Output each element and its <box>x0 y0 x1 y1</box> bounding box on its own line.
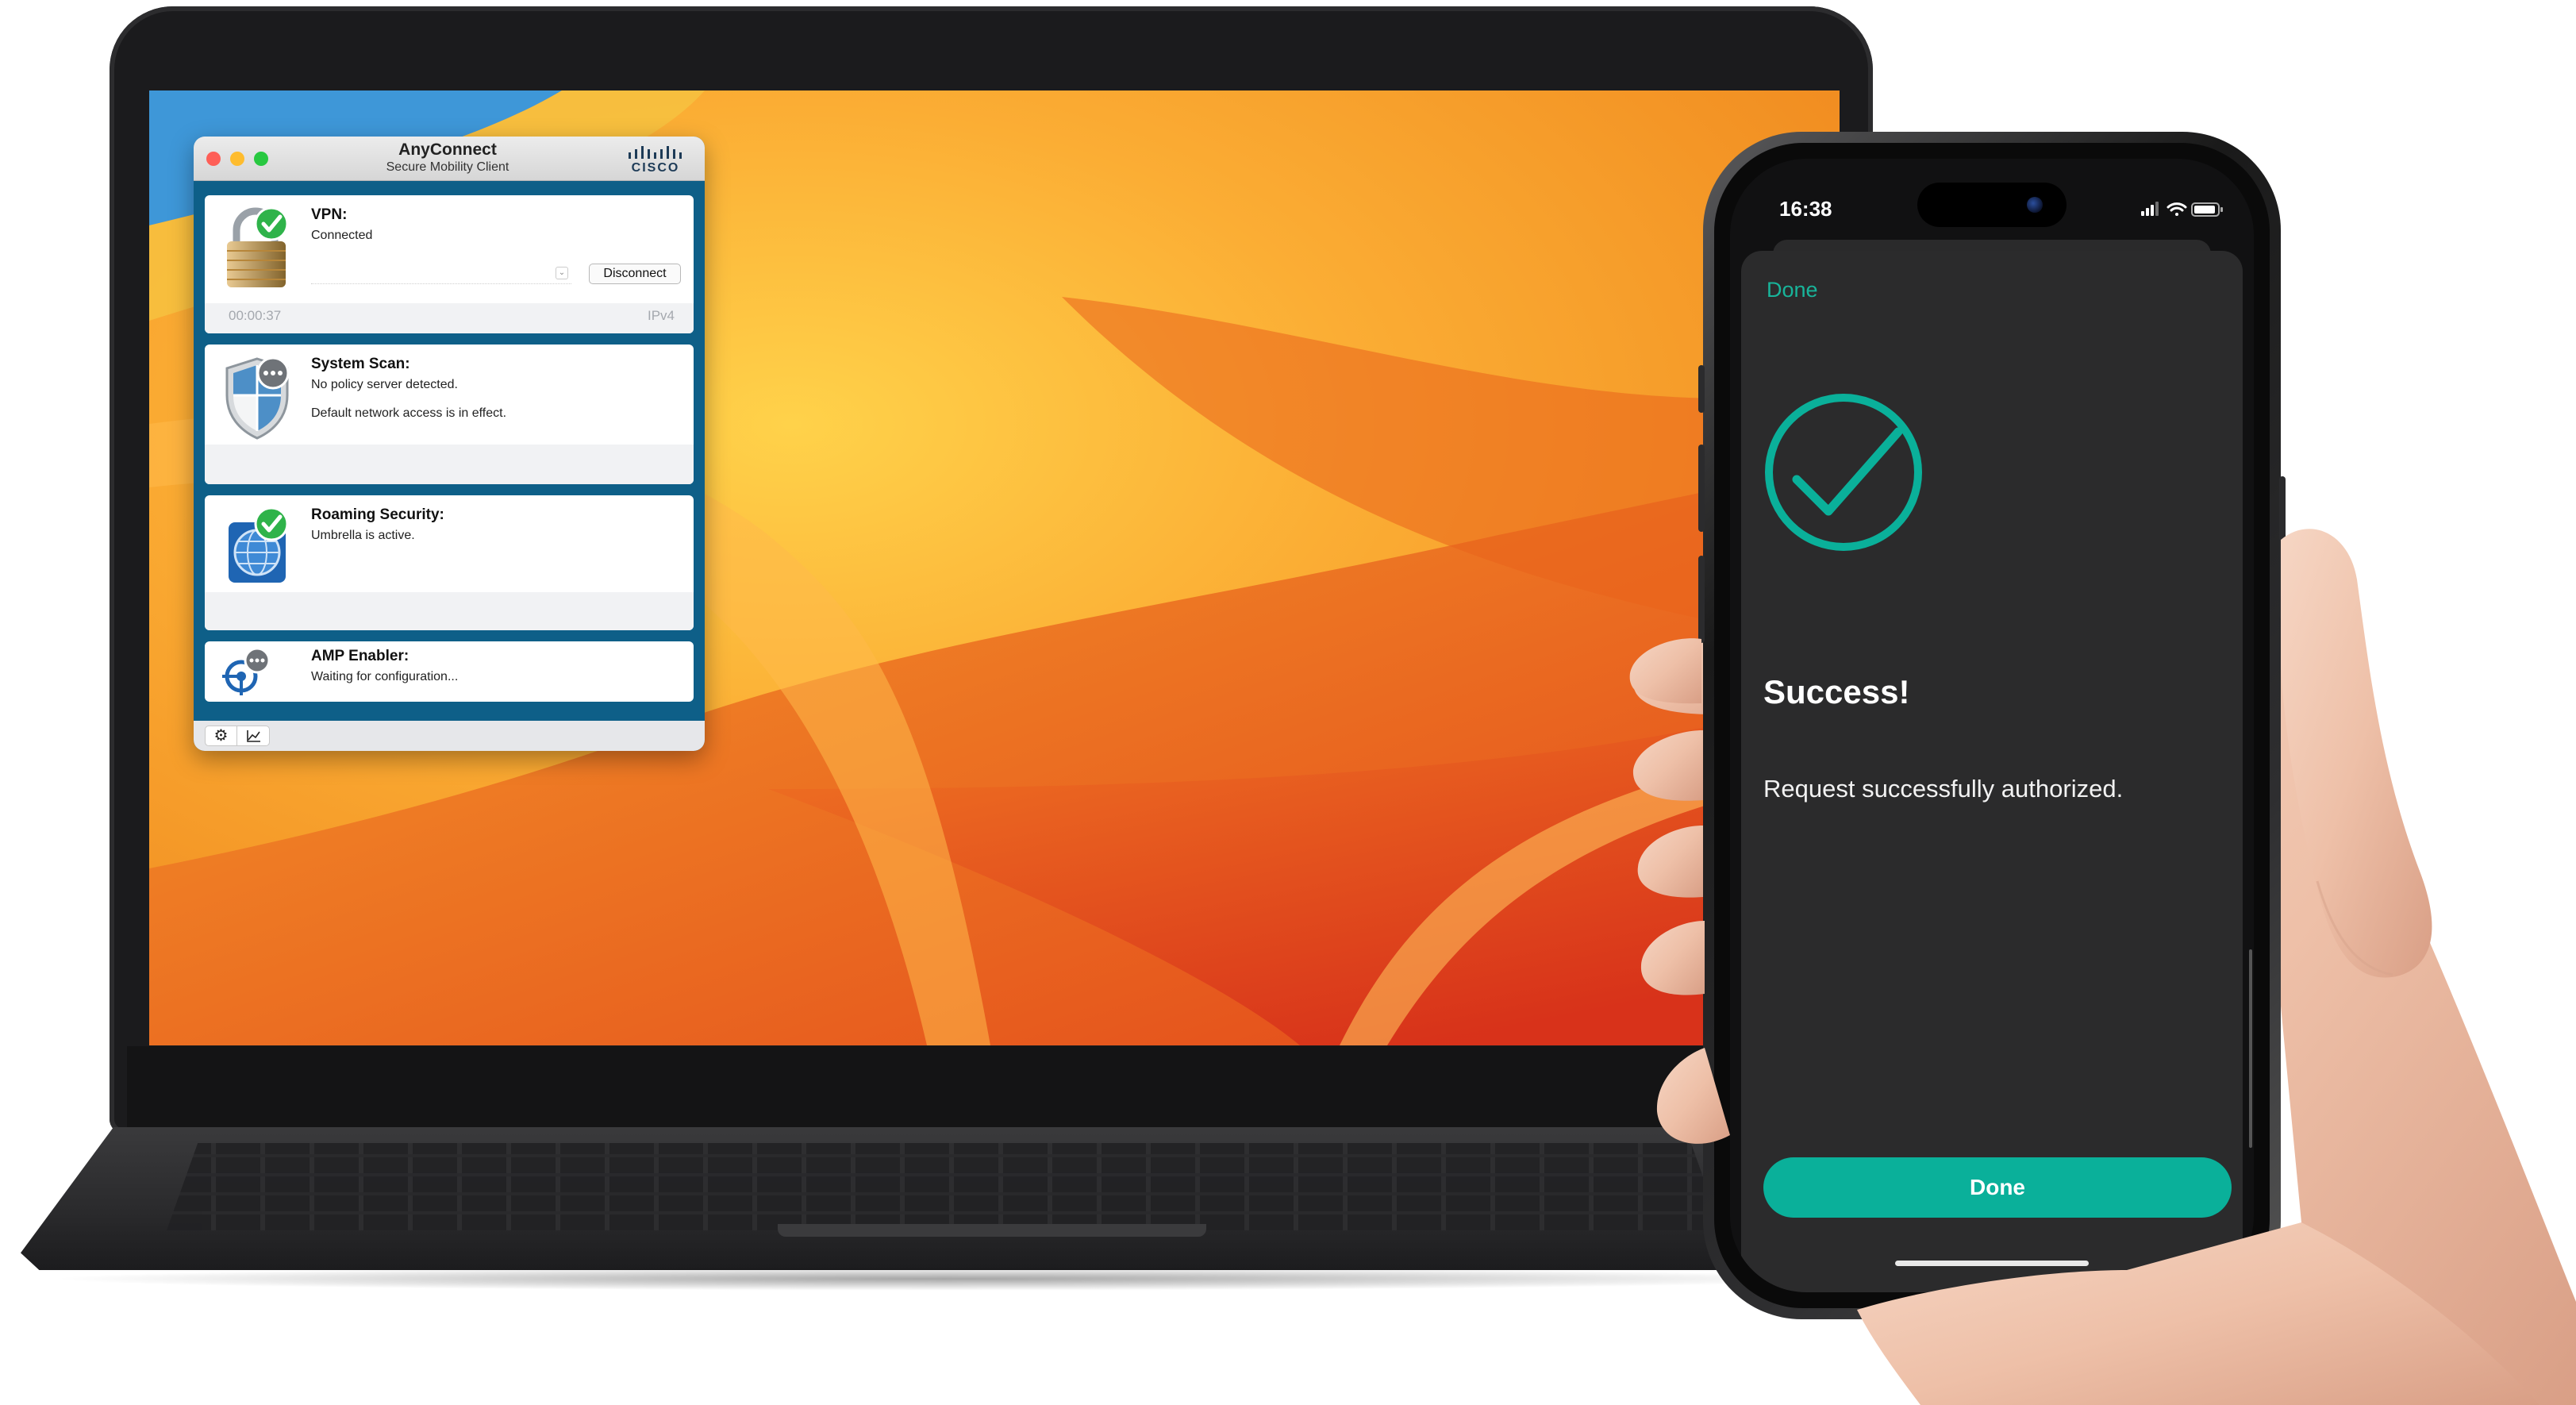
success-message: Request successfully authorized. <box>1763 775 2124 803</box>
system-scan-line-1: No policy server detected. <box>311 378 458 391</box>
chart-icon[interactable] <box>238 726 270 745</box>
system-scan-title: System Scan: <box>311 356 410 372</box>
success-sheet: Done Success! Request successfully autho… <box>1741 251 2252 1292</box>
roaming-security-card: Roaming Security: Umbrella is active. <box>205 495 694 630</box>
system-scan-card: System Scan: No policy server detected. … <box>205 345 694 484</box>
cisco-wordmark: CISCO <box>631 161 680 175</box>
anyconnect-window: AnyConnect Secure Mobility Client CISCO <box>194 137 705 751</box>
phone-power-button <box>2279 476 2286 619</box>
roaming-card-footer <box>205 592 694 630</box>
home-indicator[interactable] <box>1895 1261 2089 1266</box>
anyconnect-toolbar: ⚙ <box>194 721 705 751</box>
vpn-status: Connected <box>311 229 373 242</box>
shield-icon <box>225 356 290 440</box>
laptop-keyboard <box>167 1143 1722 1230</box>
scroll-indicator <box>2249 949 2252 1148</box>
window-title: AnyConnect <box>398 140 497 159</box>
vpn-server-select[interactable]: ⌄ <box>311 264 571 284</box>
phone-silent-switch <box>1698 365 1705 413</box>
amp-enabler-card: AMP Enabler: Waiting for configuration..… <box>205 641 694 702</box>
minimize-window-button[interactable] <box>230 152 244 166</box>
system-scan-card-footer <box>205 445 694 484</box>
roaming-security-status: Umbrella is active. <box>311 529 415 542</box>
vpn-title: VPN: <box>311 206 348 223</box>
system-scan-line-2: Default network access is in effect. <box>311 406 507 420</box>
vpn-lock-icon <box>227 206 289 287</box>
gear-icon[interactable]: ⚙ <box>206 726 237 745</box>
success-title: Success! <box>1763 673 1910 710</box>
wifi-icon <box>2167 202 2187 216</box>
disconnect-button[interactable]: Disconnect <box>589 264 681 284</box>
battery-icon <box>2191 202 2223 217</box>
front-camera-icon <box>2027 197 2043 213</box>
amp-enabler-status: Waiting for configuration... <box>311 670 459 683</box>
roaming-security-title: Roaming Security: <box>311 506 444 523</box>
phone-volume-down <box>1698 556 1705 643</box>
cellular-signal-icon <box>2141 202 2159 216</box>
laptop-hinge-lip <box>778 1224 1206 1237</box>
window-titlebar[interactable]: AnyConnect Secure Mobility Client CISCO <box>194 137 705 181</box>
status-bar-icons <box>2141 202 2223 217</box>
amp-enabler-title: AMP Enabler: <box>311 648 409 664</box>
laptop-chin <box>127 1046 1865 1134</box>
vpn-module-card: VPN: Connected ⌄ Disconnect 00:00:37 IPv… <box>205 195 694 333</box>
sheet-done-link[interactable]: Done <box>1767 278 1818 302</box>
status-bar-time: 16:38 <box>1779 197 1832 221</box>
zoom-window-button[interactable] <box>254 152 268 166</box>
amp-enabler-icon <box>222 647 271 695</box>
close-window-button[interactable] <box>206 152 221 166</box>
dynamic-island <box>1917 183 2067 227</box>
done-button[interactable]: Done <box>1763 1157 2232 1218</box>
phone-screen: 16:38 Done Success! Request successfully… <box>1730 159 2254 1292</box>
chevron-down-icon: ⌄ <box>556 267 568 279</box>
window-subtitle: Secure Mobility Client <box>386 160 509 174</box>
vpn-ip-version: IPv4 <box>647 308 675 323</box>
phone-volume-up <box>1698 445 1705 532</box>
success-checkmark-icon <box>1765 394 1922 551</box>
vpn-connection-timer: 00:00:37 <box>229 308 282 323</box>
laptop-shadow <box>48 1267 1841 1291</box>
toolbar-button-group: ⚙ <box>205 726 270 746</box>
globe-icon <box>229 506 289 583</box>
